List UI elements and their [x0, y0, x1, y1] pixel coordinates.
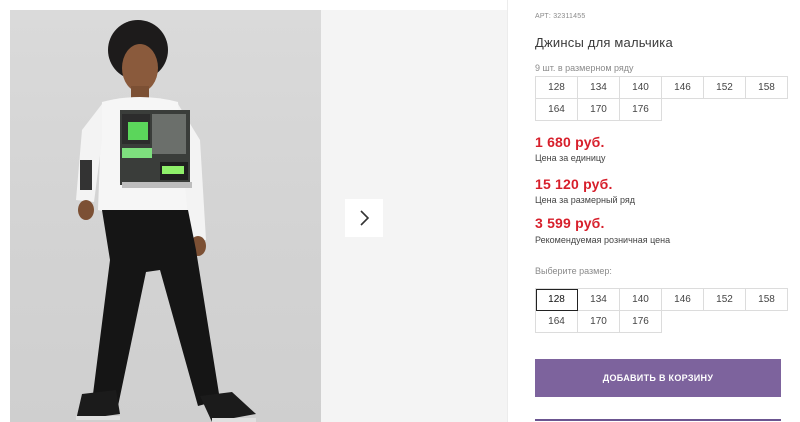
- size-range-table: 128 134 140 146 152 158 164 170 176: [535, 76, 788, 121]
- divider: [507, 0, 508, 422]
- unit-price-caption: Цена за единицу: [535, 153, 606, 163]
- unit-price: 1 680 руб.: [535, 134, 605, 150]
- retail-price-caption: Рекомендуемая розничная цена: [535, 235, 671, 245]
- size-range-cell: 152: [704, 77, 746, 99]
- size-range-cell: 128: [536, 77, 578, 99]
- size-range-cell: 176: [620, 99, 662, 121]
- size-option-140[interactable]: 140: [620, 289, 662, 311]
- range-price: 15 120 руб.: [535, 176, 613, 192]
- size-range-cell: 170: [578, 99, 620, 121]
- size-range-note: 9 шт. в размерном ряду: [535, 63, 634, 73]
- size-range-cell: 146: [662, 77, 704, 99]
- retail-price: 3 599 руб.: [535, 215, 605, 231]
- next-button-edge: [535, 419, 781, 421]
- size-selector: 128 134 140 146 152 158 164 170 176: [535, 288, 788, 333]
- product-page: АРТ: 32311455 Джинсы для мальчика 9 шт. …: [0, 0, 800, 422]
- size-range-cell: 140: [620, 77, 662, 99]
- boy-model-illustration: [76, 20, 256, 422]
- size-range-cell: 158: [746, 77, 788, 99]
- size-option-164[interactable]: 164: [536, 311, 578, 333]
- gallery-next-button[interactable]: [345, 199, 383, 237]
- range-price-caption: Цена за размерный ряд: [535, 195, 636, 205]
- size-option-176[interactable]: 176: [620, 311, 662, 333]
- size-option-128[interactable]: 128: [536, 289, 578, 311]
- product-title: Джинсы для мальчика: [535, 35, 673, 50]
- size-range-cell: 134: [578, 77, 620, 99]
- product-photo: [10, 10, 321, 422]
- size-option-170[interactable]: 170: [578, 311, 620, 333]
- size-range-cell: 164: [536, 99, 578, 121]
- size-option-152[interactable]: 152: [704, 289, 746, 311]
- add-to-cart-button[interactable]: ДОБАВИТЬ В КОРЗИНУ: [535, 359, 781, 397]
- size-select-label: Выберите размер:: [535, 266, 612, 276]
- size-option-158[interactable]: 158: [746, 289, 788, 311]
- size-option-134[interactable]: 134: [578, 289, 620, 311]
- chevron-right-icon: [360, 210, 370, 226]
- article-number: АРТ: 32311455: [535, 13, 586, 20]
- size-option-146[interactable]: 146: [662, 289, 704, 311]
